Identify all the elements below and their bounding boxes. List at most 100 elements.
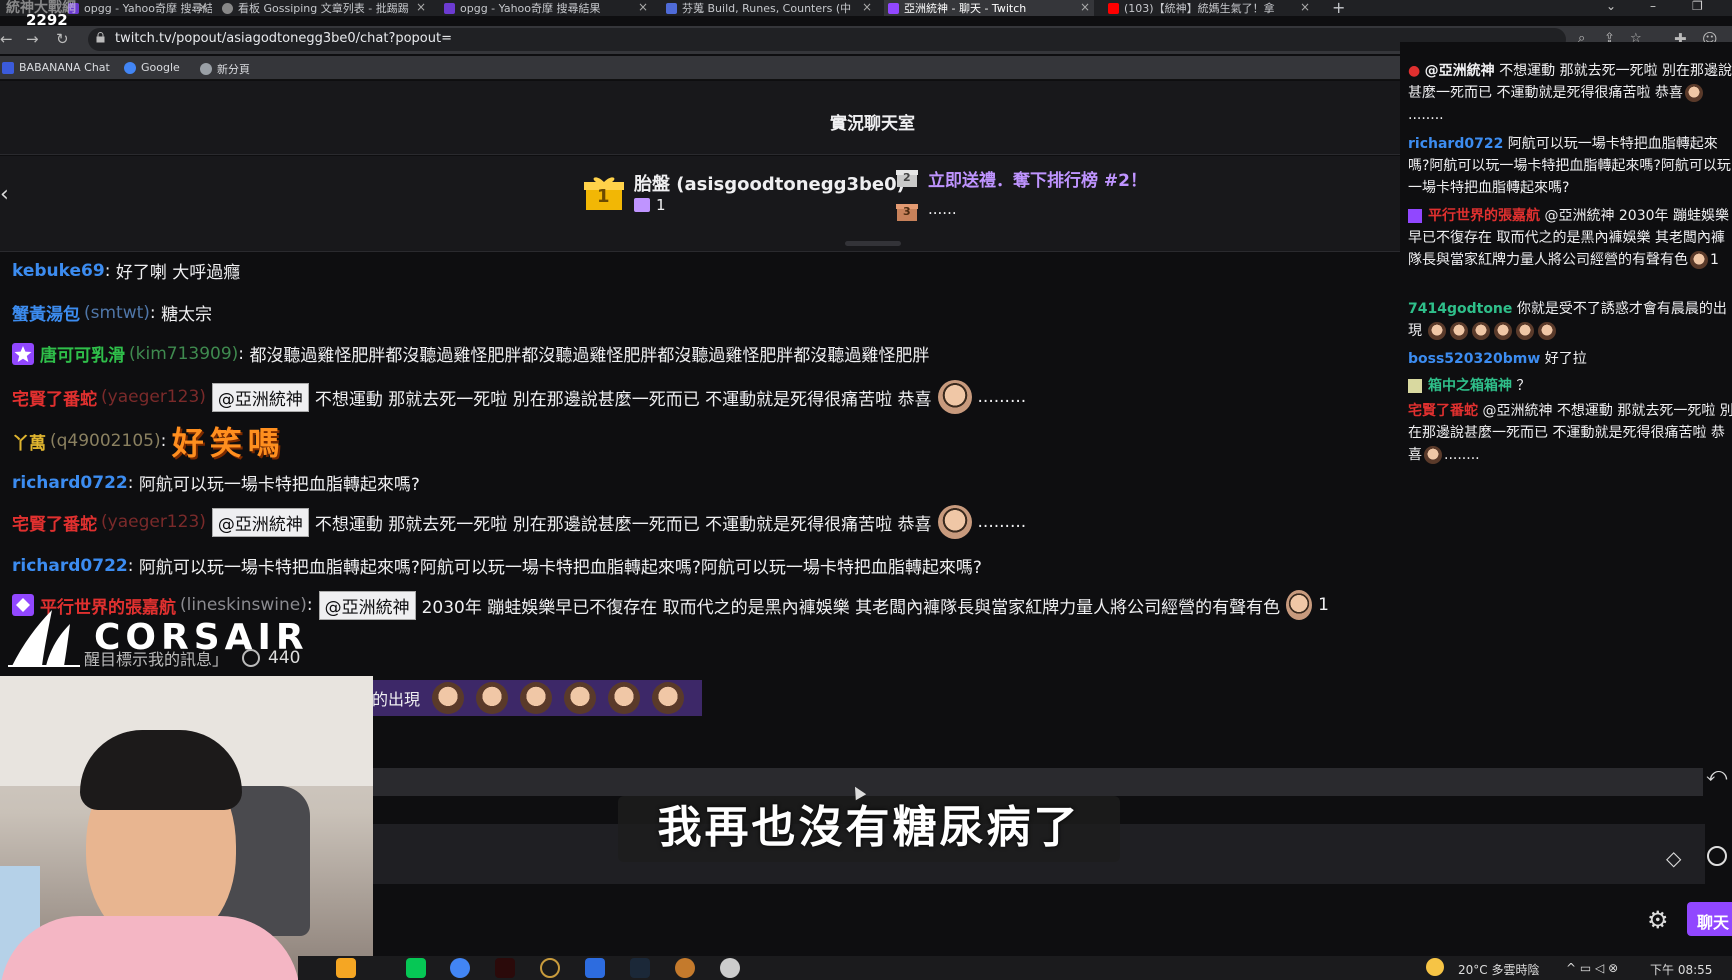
chat-username[interactable]: 宅賢了番蛇	[1408, 403, 1478, 419]
close-icon[interactable]: ×	[416, 0, 426, 14]
league-icon[interactable]	[540, 958, 560, 978]
mention-chip[interactable]: @亞洲統神	[318, 590, 416, 620]
tray-icons[interactable]: ^ ▭ ◁ ⊗	[1566, 961, 1618, 975]
tab-label: 亞洲統神 - 聊天 - Twitch	[904, 2, 1027, 15]
emote-icon[interactable]	[1472, 322, 1491, 340]
tab-twitch-chat[interactable]: 亞洲統神 - 聊天 - Twitch ×	[884, 0, 1094, 16]
emote-icon[interactable]	[1450, 322, 1469, 340]
omnibox[interactable]: twitch.tv/popout/asiagodtonegg3be0/chat?…	[88, 28, 1642, 51]
separator: :	[149, 302, 156, 323]
drag-handle[interactable]	[845, 241, 901, 246]
close-icon[interactable]: ×	[198, 0, 208, 14]
webcam-overlay	[0, 676, 373, 980]
line-icon[interactable]	[406, 958, 426, 978]
tab-gossiping[interactable]: 看板 Gossiping 文章列表 - 批踢踢 ×	[218, 0, 430, 16]
chevron-left-icon[interactable]: ‹	[0, 182, 9, 207]
tab-yahoo-opgg-2[interactable]: opgg - Yahoo奇摩 搜尋結果 ×	[440, 0, 652, 16]
globe-icon	[222, 3, 233, 14]
emote-icon[interactable]	[608, 682, 641, 714]
chat-text-tail: 1	[1710, 252, 1719, 268]
emote-icon[interactable]	[1494, 322, 1513, 340]
chat-username[interactable]: richard0722	[12, 556, 128, 576]
channel-points-icon[interactable]	[242, 649, 261, 667]
close-icon[interactable]: ×	[1080, 0, 1090, 14]
video-subtitle: 我再也沒有糖尿病了	[618, 796, 1120, 862]
chat-text: 不想運動 那就去死一死啦 別在那邊說甚麼一死而已 不運動就是死得很痛苦啦 恭喜	[314, 389, 932, 410]
chat-text-tail: ........	[1444, 447, 1480, 463]
emote-icon[interactable]	[1516, 322, 1535, 340]
app-icon[interactable]	[720, 958, 740, 978]
chevron-down-icon[interactable]: ⌄	[1606, 0, 1616, 13]
emote-icon[interactable]	[432, 682, 465, 714]
points-value: 440	[268, 648, 301, 668]
prime-badge-icon[interactable]	[1408, 209, 1422, 223]
emote-icon[interactable]	[1428, 322, 1447, 340]
tab-build-runes[interactable]: 芬蒐 Build, Runes, Counters (中 ×	[662, 0, 876, 16]
emote-icon[interactable]	[520, 682, 553, 714]
emote-icon[interactable]	[652, 682, 685, 714]
folder-icon[interactable]	[336, 958, 356, 978]
emote-icon[interactable]	[937, 380, 972, 414]
gift-cta-link[interactable]: 立即送禮．奪下排行榜 #2！	[928, 166, 1147, 191]
chat-username[interactable]: 蟹黃湯包	[12, 300, 80, 325]
bookmark-newtab[interactable]: 新分頁	[200, 61, 250, 77]
emote-icon[interactable]	[1538, 322, 1557, 340]
chat-username[interactable]: boss520320bmw	[1408, 351, 1540, 367]
mention-chip[interactable]: @亞洲統神	[1425, 63, 1495, 79]
chat-username[interactable]: 宅賢了番蛇	[12, 385, 97, 410]
bookmark-google[interactable]: Google	[124, 61, 180, 74]
chat-username[interactable]: 箱中之箱箱神	[1428, 378, 1512, 394]
chat-text: 糖太宗	[161, 305, 213, 325]
back-icon[interactable]: ←	[0, 30, 13, 48]
collapse-arrow-icon[interactable]: ⤺	[1706, 762, 1727, 786]
emote-icon[interactable]	[937, 505, 972, 539]
badge-icon[interactable]	[1408, 379, 1422, 393]
reload-icon[interactable]: ↻	[56, 30, 69, 48]
chat-username[interactable]: 丫萬	[12, 429, 46, 454]
google-icon	[124, 61, 136, 74]
chat-login: (q49002105)	[50, 431, 161, 451]
side-chat-message: 宅賢了番蛇 @亞洲統神 不想運動 那就去死一死啦 別在那邊說甚麼一死而已 不運動…	[1408, 400, 1732, 466]
top-gifter-name[interactable]: 胎盤 (asisgoodtonegg3be0)	[634, 170, 905, 196]
emote-icon[interactable]	[1690, 251, 1708, 269]
emote-icon[interactable]	[476, 682, 509, 714]
tab-yahoo-opgg-1[interactable]: opgg - Yahoo奇摩 搜尋結果 ×	[64, 0, 212, 16]
globe-icon	[200, 63, 212, 75]
app-icon[interactable]	[495, 958, 515, 978]
emote-icon[interactable]	[1684, 84, 1703, 102]
emote-icon[interactable]	[1424, 446, 1442, 464]
chat-username[interactable]: richard0722	[1408, 136, 1503, 152]
bits-icon[interactable]: ◇	[1666, 846, 1681, 870]
chat-username[interactable]: 平行世界的張嘉航	[1428, 208, 1540, 224]
bookmark-babanana[interactable]: BABANANA Chat	[2, 61, 110, 74]
steam-icon[interactable]	[630, 958, 650, 978]
app-icon[interactable]	[675, 958, 695, 978]
chat-username[interactable]: ●	[1408, 63, 1420, 79]
star-badge-icon[interactable]	[12, 342, 34, 365]
send-chat-button[interactable]: 聊天	[1687, 902, 1732, 936]
close-icon[interactable]: ×	[638, 0, 648, 14]
mention-chip[interactable]: @亞洲統神	[211, 507, 309, 537]
restore-icon[interactable]: ❐	[1692, 0, 1703, 13]
close-icon[interactable]: ×	[862, 0, 872, 14]
chat-username[interactable]: 唐可可乳滑	[40, 341, 125, 366]
chat-text: 好了喇 大呼過癮	[115, 263, 241, 283]
forward-icon[interactable]: →	[26, 30, 39, 48]
chrome-icon[interactable]	[450, 958, 470, 978]
mention-chip[interactable]: @亞洲統神	[211, 382, 309, 412]
chat-username[interactable]: kebuke69	[12, 261, 105, 281]
emote-picker-icon[interactable]	[1707, 846, 1727, 866]
gear-icon[interactable]: ⚙	[1647, 906, 1669, 934]
chat-username[interactable]: richard0722	[12, 473, 128, 493]
new-tab-button[interactable]: +	[1332, 0, 1345, 17]
separator: :	[160, 431, 167, 451]
chat-username[interactable]: 宅賢了番蛇	[12, 510, 97, 535]
tab-youtube[interactable]: (103)【統神】統媽生氣了！拿 ×	[1104, 0, 1314, 16]
emote-icon[interactable]	[564, 682, 597, 714]
chat-header: 實況聊天室	[0, 81, 1400, 155]
chat-username[interactable]: 7414godtone	[1408, 301, 1512, 317]
emote-icon[interactable]	[1286, 590, 1313, 620]
close-icon[interactable]: ×	[1300, 0, 1310, 14]
app-icon[interactable]	[585, 958, 605, 978]
minimize-icon[interactable]: –	[1650, 0, 1656, 13]
